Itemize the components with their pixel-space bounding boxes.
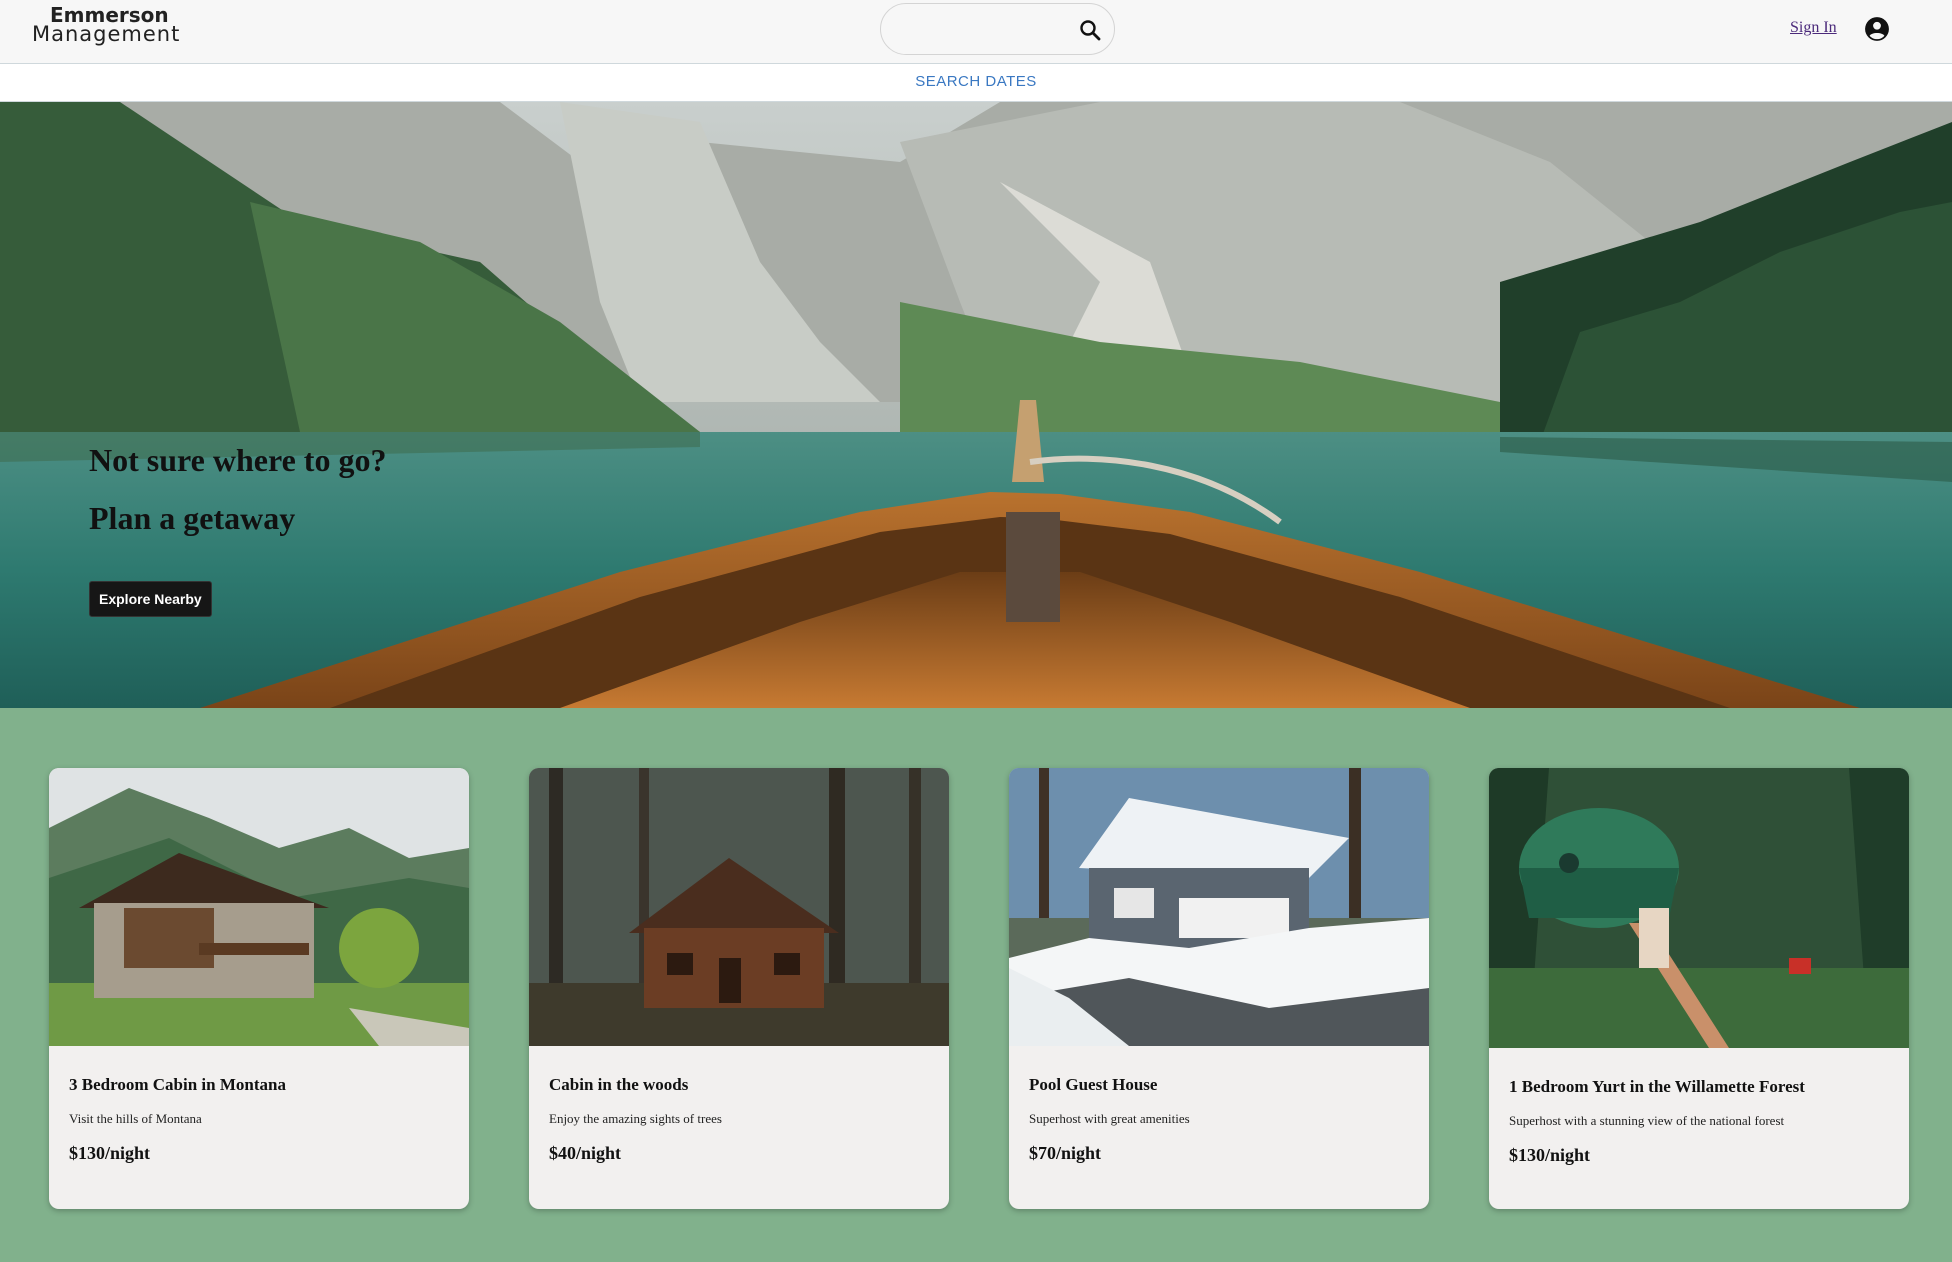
account-circle-icon[interactable] xyxy=(1864,16,1890,42)
hero-heading-1: Not sure where to go? xyxy=(89,442,387,478)
listing-price: $130/night xyxy=(1509,1145,1591,1165)
listing-photo[interactable] xyxy=(1009,768,1429,1046)
listing-title[interactable]: 3 Bedroom Cabin in Montana xyxy=(69,1075,286,1095)
listing-description: Superhost with a stunning view of the na… xyxy=(1509,1113,1785,1128)
listings-section: 3 Bedroom Cabin in Montana Visit the hil… xyxy=(0,708,1952,1262)
search-dates-label[interactable]: SEARCH DATES xyxy=(915,73,1037,90)
hero-image xyxy=(0,102,1952,708)
listing-title[interactable]: Cabin in the woods xyxy=(549,1075,688,1095)
listing-card[interactable]: Pool Guest House Superhost with great am… xyxy=(1009,768,1429,1209)
logo[interactable]: Emmerson Management xyxy=(32,5,181,46)
listing-title[interactable]: 1 Bedroom Yurt in the Willamette Forest xyxy=(1509,1077,1805,1097)
listing-photo[interactable] xyxy=(1489,768,1909,1048)
listing-price: $70/night xyxy=(1029,1143,1102,1163)
logo-line-2: Management xyxy=(32,22,181,46)
listing-card[interactable]: 3 Bedroom Cabin in Montana Visit the hil… xyxy=(49,768,469,1209)
listing-description: Superhost with great amenities xyxy=(1029,1111,1190,1126)
listing-price: $130/night xyxy=(69,1143,151,1163)
hero-banner: Not sure where to go? Plan a getaway Exp… xyxy=(0,102,1952,708)
top-header: Emmerson Management Sign In xyxy=(0,0,1952,64)
search-input[interactable] xyxy=(880,3,1115,55)
sign-in-link[interactable]: Sign In xyxy=(1790,19,1837,37)
listing-description: Visit the hills of Montana xyxy=(69,1111,202,1126)
listing-price: $40/night xyxy=(549,1143,622,1163)
search-icon[interactable] xyxy=(1078,18,1102,42)
listing-photo[interactable] xyxy=(529,768,949,1046)
explore-nearby-button[interactable]: Explore Nearby xyxy=(89,581,212,617)
listing-photo[interactable] xyxy=(49,768,469,1046)
listing-title[interactable]: Pool Guest House xyxy=(1029,1075,1157,1095)
hero-heading-2: Plan a getaway xyxy=(89,500,296,536)
listing-card[interactable]: Cabin in the woods Enjoy the amazing sig… xyxy=(529,768,949,1209)
search-dates-bar[interactable]: SEARCH DATES xyxy=(0,64,1952,102)
listing-description: Enjoy the amazing sights of trees xyxy=(549,1111,722,1126)
listing-card[interactable]: 1 Bedroom Yurt in the Willamette Forest … xyxy=(1489,768,1909,1209)
